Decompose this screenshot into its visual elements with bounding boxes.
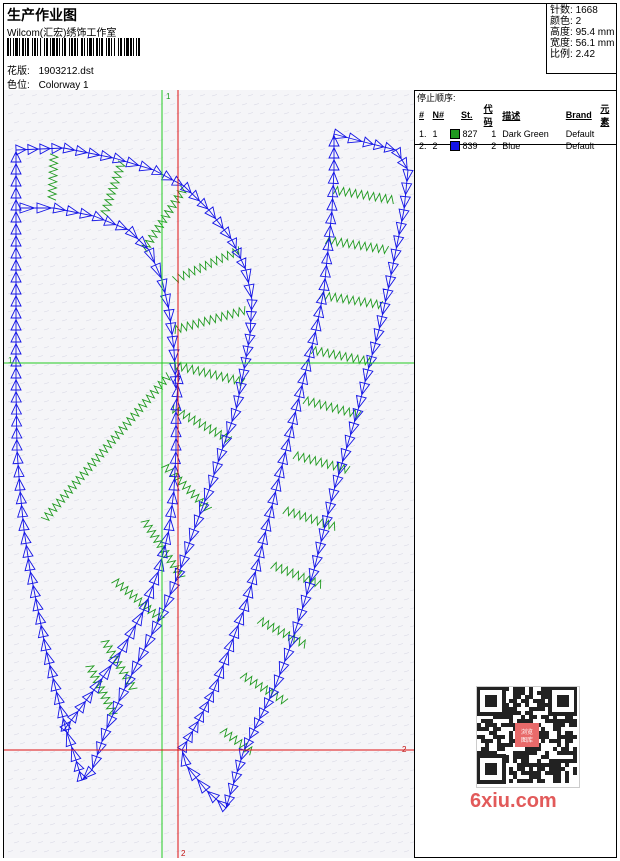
blue-swatch bbox=[450, 141, 461, 152]
col-brand: Brand bbox=[565, 110, 592, 120]
colorway-row: 色位: Colorway 1 bbox=[7, 76, 89, 91]
stitch-drawing: 1 1 2 2 bbox=[4, 90, 414, 858]
green-satin-stitches bbox=[40, 153, 394, 756]
stat-scale: 比例: 2.42 bbox=[550, 49, 596, 60]
stat-colors: 颜色: 2 bbox=[550, 16, 582, 27]
design-canvas: 1 1 2 2 bbox=[4, 90, 415, 858]
col-n: N# bbox=[432, 110, 445, 120]
design-row: 花版: 1903212.dst bbox=[7, 62, 94, 77]
barcode bbox=[7, 38, 140, 56]
watermark-logo: 6xiu.com bbox=[470, 790, 557, 812]
table-row: 1. 1 827 1 Dark Green Default bbox=[419, 128, 595, 140]
color-table-header: # N# St. 代码 描述 Brand 元素 bbox=[416, 102, 616, 128]
green-v-label: 1 bbox=[166, 92, 171, 101]
red-h-label: 2 bbox=[402, 745, 407, 754]
green-h-label: 1 bbox=[8, 356, 13, 365]
col-code: 代码 bbox=[483, 104, 493, 127]
red-v-label: 2 bbox=[181, 849, 186, 858]
stat-height: 高度: 95.4 mm bbox=[550, 27, 615, 38]
color-table: # N# St. 代码 描述 Brand 元素 1. 1 827 1 Dark … bbox=[416, 102, 616, 152]
sheet-title: 生产作业图 bbox=[7, 7, 77, 23]
table-row: 2. 2 839 2 Blue Default bbox=[419, 140, 595, 152]
col-idx: # bbox=[419, 110, 425, 120]
stats-box: 针数: 1668 颜色: 2 高度: 95.4 mm 宽度: 56.1 mm 比… bbox=[546, 4, 616, 74]
col-st: St. bbox=[461, 110, 473, 120]
stat-width: 宽度: 56.1 mm bbox=[550, 38, 615, 49]
green-swatch bbox=[450, 129, 461, 140]
stop-sequence-panel: 停止顺序: # N# St. 代码 描述 Brand 元素 1. 1 827 1… bbox=[415, 90, 616, 152]
sheet-header: 生产作业图 Wilcom(汇宏)绣饰工作室 花版: 1903212.dst 色位… bbox=[4, 4, 616, 91]
blue-running-outline bbox=[10, 128, 414, 813]
qr-code[interactable]: 浏览图库 bbox=[476, 686, 580, 788]
stat-stitches: 针数: 1668 bbox=[550, 5, 598, 16]
col-element: 元素 bbox=[600, 104, 610, 127]
company-name: Wilcom(汇宏)绣饰工作室 bbox=[7, 28, 117, 39]
col-desc: 描述 bbox=[502, 110, 521, 121]
